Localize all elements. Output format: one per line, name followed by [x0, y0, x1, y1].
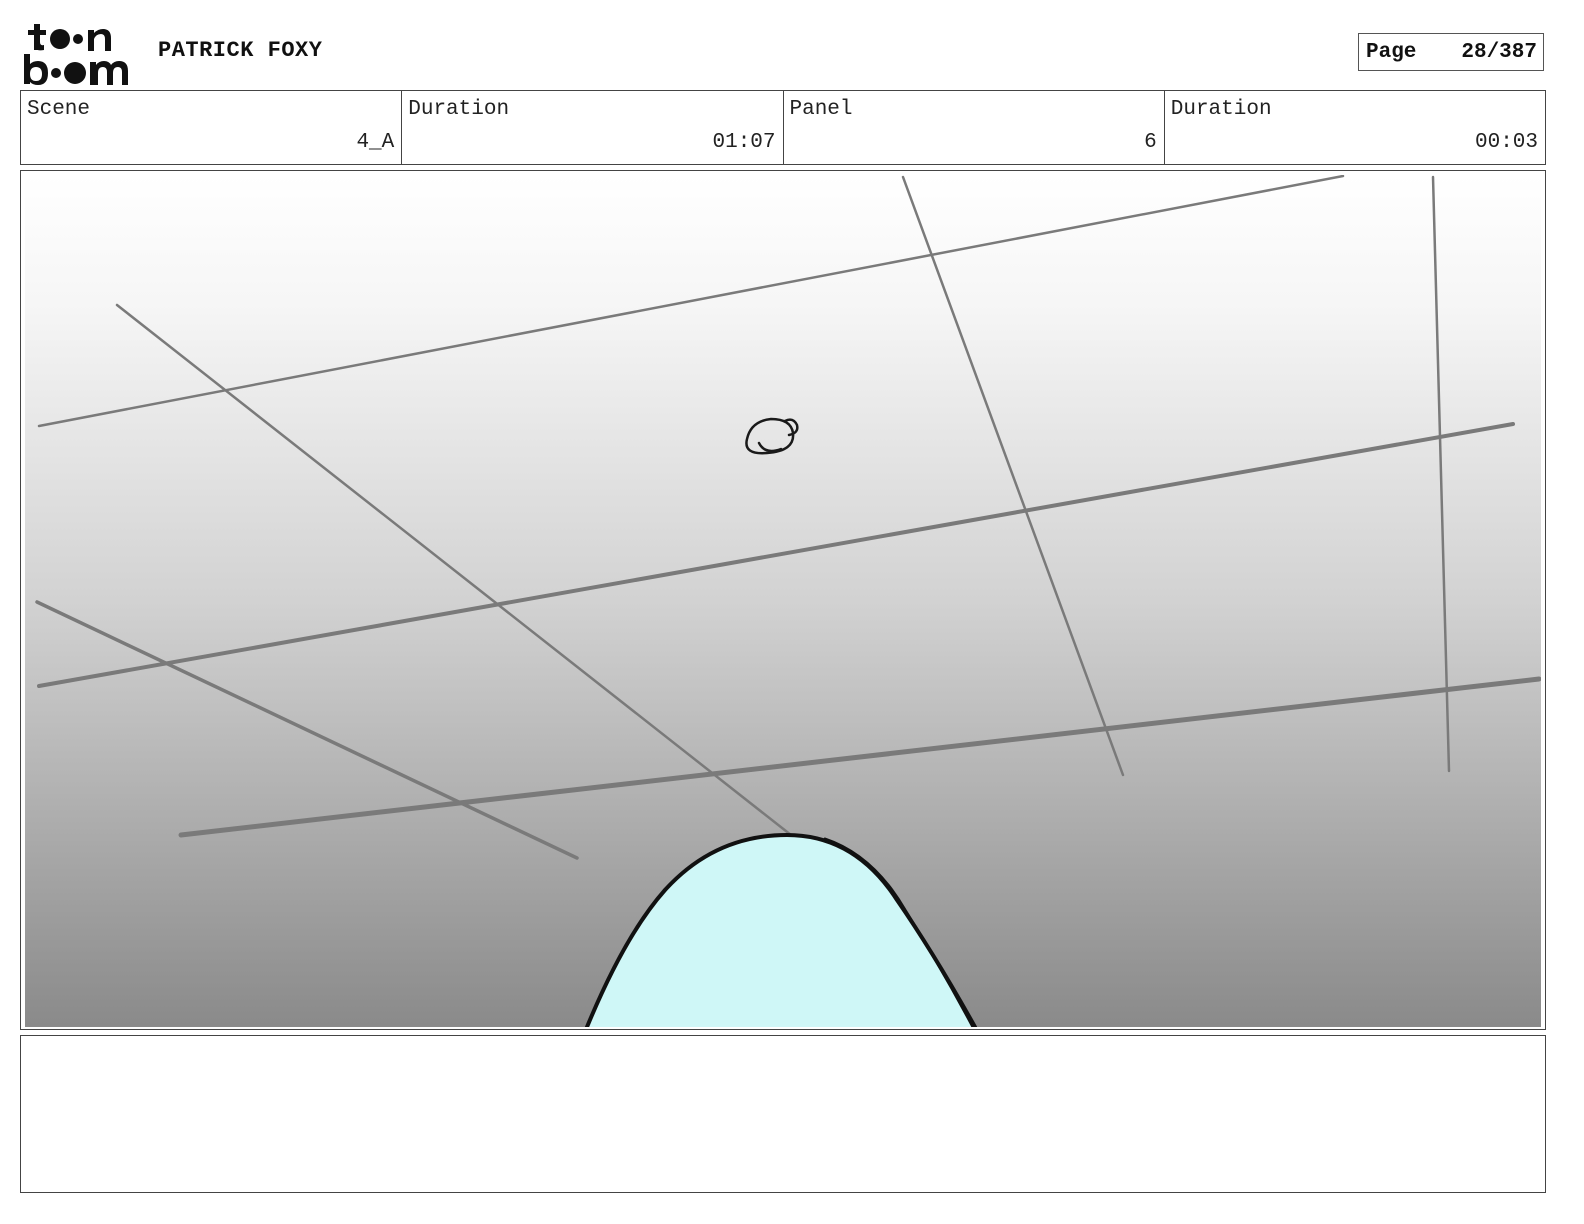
scene-duration-value: 01:07 [712, 131, 776, 154]
scene-cell: Scene 4_A [21, 91, 403, 164]
panel-notes-box [20, 1035, 1546, 1193]
panel-duration-label: Duration [1170, 98, 1272, 121]
panel-cell: Panel 6 [784, 91, 1165, 164]
scene-label: Scene [27, 98, 91, 121]
page-indicator: Page 28/387 [1358, 33, 1544, 71]
toonboom-logo [24, 24, 128, 85]
panel-value: 6 [1144, 131, 1157, 154]
project-title: PATRICK FOXY [158, 38, 323, 63]
panel-label: Panel [789, 98, 853, 121]
panel-duration-value: 00:03 [1474, 131, 1538, 154]
page-number: 28/387 [1461, 40, 1537, 64]
scene-duration-cell: Duration 01:07 [402, 91, 784, 164]
scene-value: 4_A [356, 131, 395, 154]
panel-duration-cell: Duration 00:03 [1165, 91, 1545, 164]
scene-duration-label: Duration [408, 98, 510, 121]
panel-info-row: Scene 4_A Duration 01:07 Panel 6 Duratio… [20, 90, 1546, 165]
page-label: Page [1366, 40, 1417, 64]
storyboard-panel [20, 170, 1546, 1030]
panel-drawing [25, 175, 1541, 1027]
